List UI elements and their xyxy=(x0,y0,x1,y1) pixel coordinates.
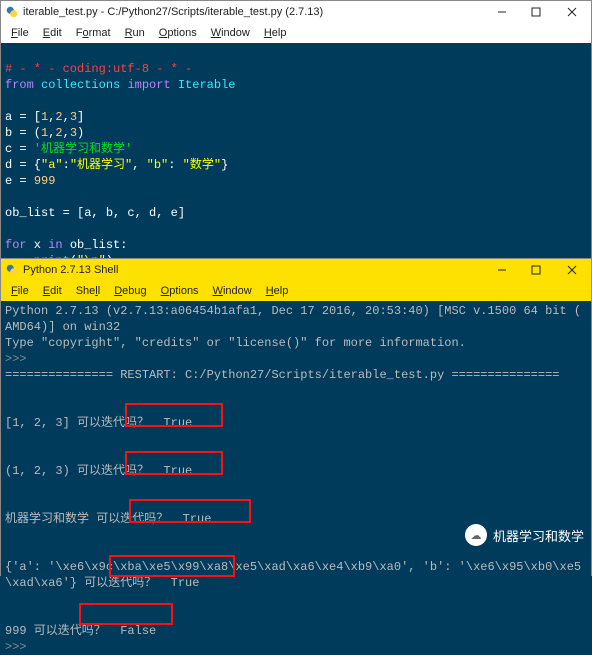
watermark-text: 机器学习和数学 xyxy=(493,526,584,545)
close-button[interactable] xyxy=(553,1,591,23)
minimize-button[interactable] xyxy=(485,259,519,281)
highlight-box xyxy=(79,603,173,625)
menu-window[interactable]: Window xyxy=(205,27,256,39)
menu-options[interactable]: Options xyxy=(155,285,205,297)
menu-edit[interactable]: Edit xyxy=(37,27,68,39)
highlight-box xyxy=(125,451,223,475)
close-button[interactable] xyxy=(553,259,591,281)
menu-shell[interactable]: Shell xyxy=(70,285,106,297)
shell-title-text: Python 2.7.13 Shell xyxy=(23,264,118,276)
shell-menubar: File Edit Shell Debug Options Window Hel… xyxy=(1,281,591,301)
highlight-box xyxy=(125,403,223,427)
menu-window[interactable]: Window xyxy=(207,285,258,297)
editor-menubar: File Edit Format Run Options Window Help xyxy=(1,23,591,43)
shell-titlebar[interactable]: Python 2.7.13 Shell xyxy=(1,259,591,281)
highlight-box xyxy=(109,555,235,577)
kw-in: in xyxy=(48,238,62,252)
kw-from: from xyxy=(5,78,34,92)
code-comment: # - * - coding:utf-8 - * - xyxy=(5,62,192,76)
menu-options[interactable]: Options xyxy=(153,27,203,39)
menu-format[interactable]: Format xyxy=(70,27,117,39)
maximize-button[interactable] xyxy=(519,259,553,281)
editor-titlebar[interactable]: iterable_test.py - C:/Python27/Scripts/i… xyxy=(1,1,591,23)
highlight-box xyxy=(129,499,251,523)
maximize-button[interactable] xyxy=(519,1,553,23)
editor-window: iterable_test.py - C:/Python27/Scripts/i… xyxy=(0,0,592,260)
result-false: False xyxy=(120,624,156,638)
menu-help[interactable]: Help xyxy=(260,285,295,297)
menu-file[interactable]: File xyxy=(5,285,35,297)
result-true: True xyxy=(171,576,200,590)
minimize-button[interactable] xyxy=(485,1,519,23)
python-icon xyxy=(5,5,19,19)
menu-file[interactable]: File xyxy=(5,27,35,39)
menu-run[interactable]: Run xyxy=(119,27,151,39)
kw-import: import xyxy=(127,78,170,92)
editor-title-text: iterable_test.py - C:/Python27/Scripts/i… xyxy=(23,6,323,18)
restart-banner: =============== RESTART: C:/Python27/Scr… xyxy=(5,367,587,383)
menu-help[interactable]: Help xyxy=(258,27,293,39)
shell-prompt: >>> xyxy=(5,351,587,367)
shell-banner: Python 2.7.13 (v2.7.13:a06454b1afa1, Dec… xyxy=(5,303,587,319)
watermark: ☁ 机器学习和数学 xyxy=(465,524,584,546)
menu-edit[interactable]: Edit xyxy=(37,285,68,297)
wechat-icon: ☁ xyxy=(465,524,487,546)
kw-for: for xyxy=(5,238,27,252)
python-icon xyxy=(5,263,19,277)
menu-debug[interactable]: Debug xyxy=(108,285,152,297)
